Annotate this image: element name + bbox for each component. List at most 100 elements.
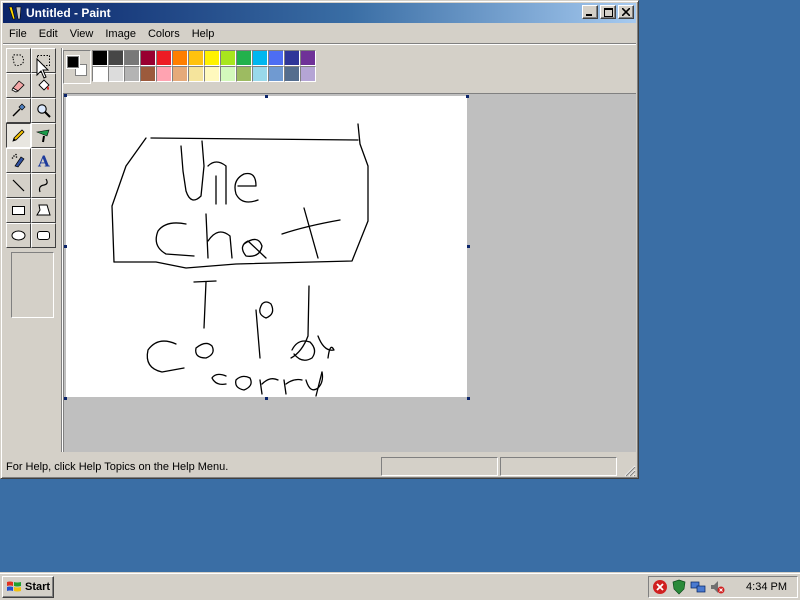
color-swatch[interactable] xyxy=(300,66,316,82)
eraser-tool[interactable] xyxy=(6,73,31,98)
color-swatch[interactable] xyxy=(236,50,252,66)
pick-color-tool[interactable] xyxy=(6,98,31,123)
rectangle-icon xyxy=(12,206,25,215)
color-swatch[interactable] xyxy=(172,50,188,66)
toolbox: A xyxy=(6,48,60,453)
close-button[interactable] xyxy=(618,5,634,19)
color-swatch[interactable] xyxy=(156,50,172,66)
resize-handle-top-right[interactable] xyxy=(466,95,469,98)
brush-tool[interactable] xyxy=(31,123,56,148)
color-swatch[interactable] xyxy=(220,50,236,66)
color-swatch[interactable] xyxy=(92,50,108,66)
status-selection-size xyxy=(500,457,617,476)
eraser-icon xyxy=(11,80,25,93)
color-swatch[interactable] xyxy=(204,66,220,82)
pencil-tool[interactable] xyxy=(6,123,31,148)
canvas-area[interactable] xyxy=(63,93,636,452)
color-swatch[interactable] xyxy=(188,66,204,82)
color-palette xyxy=(63,50,316,84)
resize-handle-bottom-right[interactable] xyxy=(467,397,470,400)
curve-icon xyxy=(38,178,48,193)
color-swatch[interactable] xyxy=(156,66,172,82)
shield-icon[interactable] xyxy=(671,579,687,595)
menu-file[interactable]: File xyxy=(3,25,33,43)
menu-view[interactable]: View xyxy=(64,25,100,43)
curve-tool[interactable] xyxy=(31,173,56,198)
color-swatch[interactable] xyxy=(284,50,300,66)
menu-separator xyxy=(3,43,636,45)
color-swatch[interactable] xyxy=(140,66,156,82)
color-swatch[interactable] xyxy=(204,50,220,66)
color-swatch[interactable] xyxy=(108,50,124,66)
color-swatch[interactable] xyxy=(172,66,188,82)
drawing-canvas[interactable] xyxy=(66,96,467,397)
menu-colors[interactable]: Colors xyxy=(142,25,186,43)
tool-options-box[interactable] xyxy=(11,252,54,318)
airbrush-tool[interactable] xyxy=(6,148,31,173)
resize-handle-top-left[interactable] xyxy=(64,94,67,97)
rectangle-tool[interactable] xyxy=(6,198,31,223)
resize-handle-right-mid[interactable] xyxy=(467,245,470,248)
color-swatch[interactable] xyxy=(268,66,284,82)
resize-handle-bottom-left[interactable] xyxy=(64,397,67,400)
menu-bar: File Edit View Image Colors Help xyxy=(3,24,636,43)
resize-handle-left-mid[interactable] xyxy=(64,245,67,248)
rounded-rectangle-tool[interactable] xyxy=(31,223,56,248)
minimize-icon xyxy=(586,14,592,16)
maximize-icon xyxy=(603,7,613,17)
resize-handle-bottom-mid[interactable] xyxy=(265,397,268,400)
color-swatch[interactable] xyxy=(300,50,316,66)
resize-grip-icon[interactable] xyxy=(622,463,636,477)
palette-swatches xyxy=(92,50,316,84)
free-form-select-icon xyxy=(12,54,25,67)
color-swatch[interactable] xyxy=(124,66,140,82)
color-swatch[interactable] xyxy=(92,66,108,82)
menu-edit[interactable]: Edit xyxy=(33,25,64,43)
magnifier-icon xyxy=(37,104,51,118)
svg-text:A: A xyxy=(37,153,50,170)
menu-help[interactable]: Help xyxy=(186,25,221,43)
color-swatch[interactable] xyxy=(140,50,156,66)
rounded-rectangle-icon xyxy=(37,231,50,240)
magnifier-tool[interactable] xyxy=(31,98,56,123)
ellipse-tool[interactable] xyxy=(6,223,31,248)
window-title: Untitled - Paint xyxy=(26,6,111,20)
color-swatch[interactable] xyxy=(284,66,300,82)
menu-image[interactable]: Image xyxy=(99,25,142,43)
color-swatch[interactable] xyxy=(188,50,204,66)
text-tool[interactable]: A xyxy=(31,148,56,173)
taskbar-clock[interactable]: 4:34 PM xyxy=(746,581,787,593)
brush-icon xyxy=(35,129,50,143)
color-swatch[interactable] xyxy=(108,66,124,82)
airbrush-icon xyxy=(11,153,25,168)
security-alert-icon[interactable] xyxy=(652,579,668,595)
foreground-color xyxy=(67,56,79,68)
network-icon[interactable] xyxy=(690,579,706,595)
text-icon: A xyxy=(37,153,50,170)
volume-muted-icon[interactable] xyxy=(709,579,725,595)
current-colors[interactable] xyxy=(63,50,91,84)
status-bar: For Help, click Help Topics on the Help … xyxy=(3,456,636,477)
minimize-button[interactable] xyxy=(582,5,598,19)
color-swatch[interactable] xyxy=(236,66,252,82)
maximize-button[interactable] xyxy=(600,5,616,19)
start-label: Start xyxy=(25,581,51,593)
status-help-text: For Help, click Help Topics on the Help … xyxy=(6,460,229,473)
line-icon xyxy=(12,179,25,192)
resize-handle-top-mid[interactable] xyxy=(265,95,268,98)
color-swatch[interactable] xyxy=(252,66,268,82)
polygon-tool[interactable] xyxy=(31,198,56,223)
color-swatch[interactable] xyxy=(268,50,284,66)
paint-app-icon[interactable] xyxy=(7,5,23,21)
status-cursor-position xyxy=(381,457,498,476)
polygon-icon xyxy=(36,204,51,216)
start-button[interactable]: Start xyxy=(2,576,54,598)
handwritten-drawing xyxy=(111,123,369,397)
windows-logo-icon xyxy=(7,581,21,592)
free-form-select-tool[interactable] xyxy=(6,48,31,73)
color-swatch[interactable] xyxy=(252,50,268,66)
color-swatch[interactable] xyxy=(124,50,140,66)
line-tool[interactable] xyxy=(6,173,31,198)
title-bar[interactable]: Untitled - Paint xyxy=(3,3,636,23)
color-swatch[interactable] xyxy=(220,66,236,82)
